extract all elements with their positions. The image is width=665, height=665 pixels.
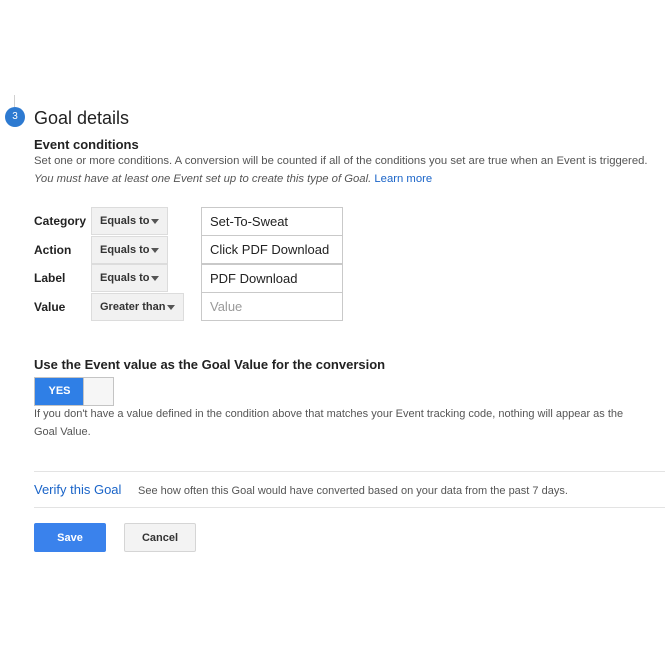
event-conditions-title: Event conditions [34, 137, 139, 152]
goal-value-note: If you don't have a value defined in the… [34, 408, 624, 438]
condition-label-category: Category [34, 214, 87, 228]
step-connector-line [14, 95, 15, 107]
description-italic-text: You must have at least one Event set up … [34, 173, 372, 185]
value-operator-dropdown[interactable]: Greater than [91, 293, 184, 321]
goal-value-title: Use the Event value as the Goal Value fo… [34, 357, 386, 372]
verify-goal-link[interactable]: Verify this Goal [34, 482, 121, 497]
divider [34, 471, 665, 472]
caret-down-icon [151, 219, 159, 224]
goal-value-toggle[interactable]: YES [34, 377, 114, 406]
cancel-button[interactable]: Cancel [124, 523, 196, 552]
toggle-on-label: YES [35, 378, 84, 405]
label-value-input[interactable] [201, 264, 343, 293]
condition-label-action: Action [34, 243, 72, 257]
learn-more-link[interactable]: Learn more [374, 173, 432, 185]
action-value-input[interactable] [201, 235, 343, 264]
verify-goal-description: See how often this Goal would have conve… [138, 485, 568, 497]
page-title: Goal details [34, 108, 130, 128]
category-operator-value: Equals to [100, 215, 150, 227]
event-conditions-description: Set one or more conditions. A conversion… [34, 152, 649, 188]
value-value-input[interactable] [201, 292, 343, 321]
condition-label-label: Label [34, 271, 66, 285]
caret-down-icon [167, 305, 175, 310]
label-operator-dropdown[interactable]: Equals to [91, 264, 168, 292]
category-operator-dropdown[interactable]: Equals to [91, 207, 168, 235]
condition-label-value: Value [34, 300, 66, 314]
save-button[interactable]: Save [34, 523, 106, 552]
action-operator-dropdown[interactable]: Equals to [91, 236, 168, 264]
category-value-input[interactable] [201, 207, 343, 236]
value-operator-value: Greater than [100, 301, 166, 313]
caret-down-icon [151, 248, 159, 253]
caret-down-icon [151, 276, 159, 281]
description-text: Set one or more conditions. A conversion… [34, 155, 648, 167]
toggle-knob [83, 378, 113, 405]
step-number-badge: 3 [5, 107, 25, 127]
action-operator-value: Equals to [100, 244, 150, 256]
label-operator-value: Equals to [100, 272, 150, 284]
divider [34, 507, 665, 508]
